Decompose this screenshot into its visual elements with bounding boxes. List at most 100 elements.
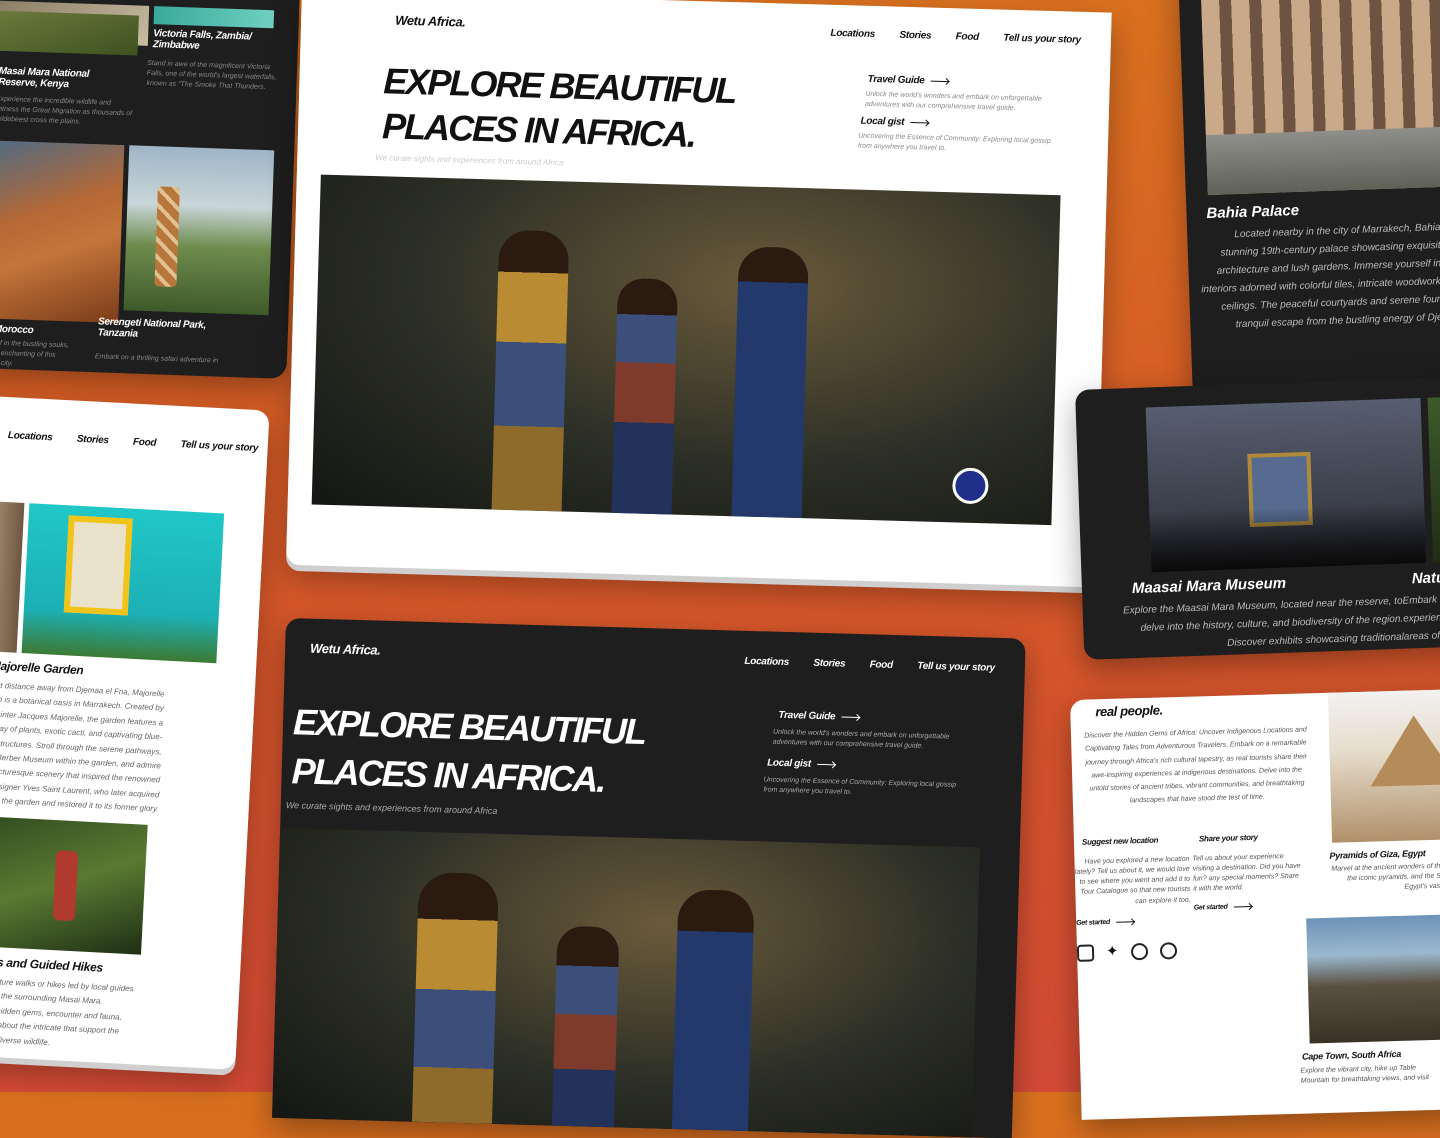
pyramid-photo xyxy=(1327,688,1440,843)
victoria-text: Stand in awe of the magnificent Victoria… xyxy=(146,59,277,92)
top-nav: Locations Stories Food Tell us your stor… xyxy=(810,22,1081,48)
museum-title: Maasai Mara Museum xyxy=(1131,574,1287,598)
giraffe-photo xyxy=(123,145,275,316)
giza-text: Marvel at the ancient wonders of the wor… xyxy=(1331,862,1440,892)
travel-guide-text: Unlock the world's wonders and embark on… xyxy=(772,728,950,750)
nav-locations[interactable]: Locations xyxy=(744,656,789,668)
local-gist-text: Uncovering the Essence of Community: Exp… xyxy=(763,776,957,797)
local-gist-label: Local gist xyxy=(860,115,905,128)
social-icons: ✦ xyxy=(1076,942,1177,962)
brand-logo[interactable]: Wetu Africa. xyxy=(310,641,381,658)
dark-nav: Locations Stories Food Tell us your stor… xyxy=(724,650,995,676)
topright-panel: Bahia Palace Located nearby in the city … xyxy=(1178,0,1440,400)
hero-line-2: PLACES IN AFRICA. xyxy=(381,105,696,156)
local-gist-link[interactable]: Local gist xyxy=(767,757,835,770)
suggest-cta[interactable]: Get started xyxy=(1076,918,1134,927)
hike-photo xyxy=(0,815,148,955)
nav-tell-story[interactable]: Tell us your story xyxy=(917,661,995,674)
waterfall-photo xyxy=(153,6,275,29)
nav-tell-story[interactable]: Tell us your story xyxy=(1003,33,1081,46)
capetown-text: Explore the vibrant city, hike up Table … xyxy=(1300,1064,1430,1085)
local-gist-label: Local gist xyxy=(766,757,811,770)
serengeti-title: Serengeti National Park, Tanzania xyxy=(97,316,207,340)
share-title: Share your story xyxy=(1198,832,1258,844)
nav-tell-story[interactable]: Tell us your story xyxy=(180,439,258,454)
twitter-icon[interactable]: ✦ xyxy=(1106,943,1119,961)
realpeople-heading: real people. xyxy=(1095,702,1163,720)
travel-guide-text: Unlock the world's wonders and embark on… xyxy=(864,90,1042,113)
hero-panel-dark: Wetu Africa. Locations Stories Food Tell… xyxy=(272,618,1026,1138)
bottomright-panel: real people. Discover the Hidden Gems of… xyxy=(1070,688,1440,1120)
morocco-title: ch, Morocco xyxy=(0,323,34,337)
nav-food[interactable]: Food xyxy=(133,437,157,449)
hero-subtitle: We curate sights and experiences from ar… xyxy=(375,153,564,168)
grass-photo xyxy=(0,10,139,56)
hero-photo xyxy=(272,827,980,1138)
instagram-icon[interactable] xyxy=(1076,944,1095,962)
arrow-right-icon xyxy=(1233,906,1252,908)
majorelle-photo xyxy=(21,503,225,664)
arrow-right-icon xyxy=(1115,921,1134,923)
nav-food[interactable]: Food xyxy=(956,31,980,43)
bahia-title: Bahia Palace xyxy=(1206,201,1300,223)
nav-stories[interactable]: Stories xyxy=(77,434,109,447)
nav-locations[interactable]: Locations xyxy=(8,430,53,443)
share-text: Tell us about your experience visiting a… xyxy=(1192,853,1301,894)
masai-title: Masai Mara National Reserve, Kenya xyxy=(0,65,90,91)
serengeti-text: Embark on a thrilling safari adventure i… xyxy=(94,353,219,365)
dribbble-icon[interactable] xyxy=(1130,942,1148,961)
local-gist-text: Uncovering the Essence of Community: Exp… xyxy=(857,132,1051,153)
capetown-photo xyxy=(1306,914,1440,1044)
brand-logo[interactable]: Wetu Africa. xyxy=(395,13,466,30)
palace-photo xyxy=(1201,0,1440,196)
majorelle-title: Majorelle Garden xyxy=(0,658,84,678)
arrow-right-icon xyxy=(841,716,860,719)
travel-guide-label: Travel Guide xyxy=(778,709,836,723)
giza-title: Pyramids of Giza, Egypt xyxy=(1329,848,1426,861)
majorelle-text: A short distance away from Djemaa el Fna… xyxy=(0,680,165,814)
hikes-title: Walks and Guided Hikes xyxy=(0,953,104,975)
bahia-text: Located nearby in the city of Marrakech,… xyxy=(1201,220,1440,331)
hand-badge-icon[interactable] xyxy=(951,467,989,505)
nav-food[interactable]: Food xyxy=(869,659,893,671)
hikes-text: guided nature walks or hikes led by loca… xyxy=(0,976,134,1047)
nav-locations[interactable]: Locations xyxy=(830,28,875,40)
local-gist-link[interactable]: Local gist xyxy=(860,115,929,129)
nature-photo xyxy=(1427,395,1440,563)
suggest-title: Suggest new location xyxy=(1081,835,1159,847)
topleft-panel: Victoria Falls, Zambia/ Zimbabwe Stand i… xyxy=(0,0,300,379)
suggest-cta-label: Get started xyxy=(1076,918,1110,927)
arrow-right-icon xyxy=(816,763,835,766)
share-cta-label: Get started xyxy=(1193,903,1228,912)
travel-guide-link[interactable]: Travel Guide xyxy=(778,709,860,723)
museum-panel: Maasai Mara Museum Explore the Maasai Ma… xyxy=(1075,376,1440,660)
nav-stories[interactable]: Stories xyxy=(813,658,845,670)
nature-text: Embark experienc areas of M xyxy=(1402,594,1440,643)
victoria-title: Victoria Falls, Zambia/ Zimbabwe xyxy=(152,28,252,52)
capetown-title: Cape Town, South Africa xyxy=(1301,1048,1402,1062)
share-cta[interactable]: Get started xyxy=(1194,903,1252,912)
museum-text: Explore the Maasai Mara Museum, located … xyxy=(1122,595,1405,649)
travel-guide-link[interactable]: Travel Guide xyxy=(868,74,949,87)
museum-photo xyxy=(1145,397,1427,573)
arrow-right-icon xyxy=(910,122,929,124)
left-nav: Locations Stories Food Tell us your stor… xyxy=(0,424,259,456)
travel-guide-label: Travel Guide xyxy=(867,73,925,87)
masai-text: Experience the incredible wildlife and w… xyxy=(0,95,133,126)
suggest-text: Have you explored a new location lately?… xyxy=(1074,855,1191,905)
hero-panel-light: Wetu Africa. Locations Stories Food Tell… xyxy=(285,0,1112,588)
hero-line-2: PLACES IN AFRICA. xyxy=(291,749,605,800)
left-panel: Locations Stories Food Tell us your stor… xyxy=(0,395,270,1070)
nature-title: Natur xyxy=(1411,568,1440,588)
realpeople-intro: Discover the Hidden Gems of Africa: Unco… xyxy=(1084,726,1308,805)
threads-icon[interactable] xyxy=(1159,942,1177,960)
arrow-right-icon xyxy=(930,80,949,83)
hero-title: EXPLORE BEAUTIFUL PLACES IN AFRICA. xyxy=(382,58,736,158)
hero-photo xyxy=(311,174,1061,526)
morocco-text: yourself in the bustling souks, ra, and … xyxy=(0,339,70,368)
arch-photo xyxy=(0,501,25,653)
hero-title: EXPLORE BEAUTIFUL PLACES IN AFRICA. xyxy=(291,698,646,805)
hero-subtitle: We curate sights and experiences from ar… xyxy=(285,800,498,816)
dune-photo xyxy=(0,140,125,324)
nav-stories[interactable]: Stories xyxy=(899,30,931,42)
